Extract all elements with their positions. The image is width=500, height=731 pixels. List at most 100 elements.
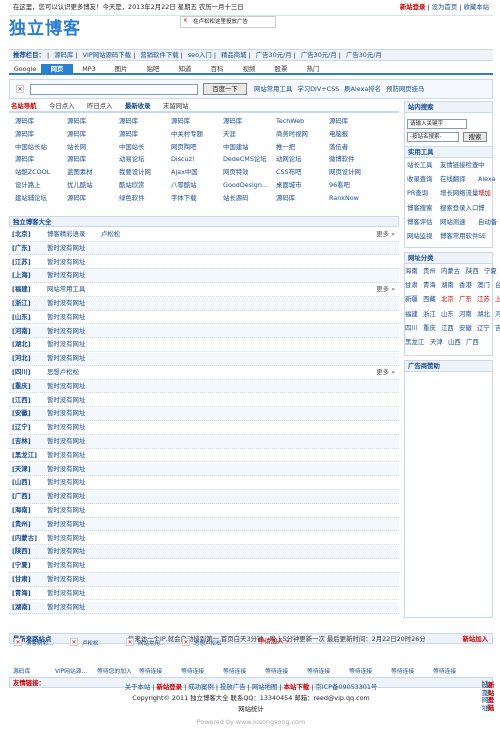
recommend-item[interactable]: 广告30元/月 xyxy=(346,51,382,59)
friend-link[interactable]: 等待连接 xyxy=(391,669,414,676)
region-link[interactable]: 四川 xyxy=(405,324,418,333)
dir-site-link[interactable]: 博客精彩语录 xyxy=(47,230,85,239)
nav-grid-link[interactable]: 中国站长站 xyxy=(15,143,47,152)
search-tab[interactable]: 图片 xyxy=(105,64,137,75)
region-link[interactable]: 广西 xyxy=(466,338,479,347)
dir-region[interactable]: [宁夏] xyxy=(12,561,31,570)
region-link[interactable]: 贵州 xyxy=(423,267,436,276)
dir-site-link[interactable]: 暂时没有网址 xyxy=(47,423,85,432)
dir-region[interactable]: [上海] xyxy=(12,272,31,280)
nav-grid-link[interactable]: 中国站长 xyxy=(119,143,145,152)
nav-grid-link[interactable]: 字体下载 xyxy=(171,194,197,203)
dir-region[interactable]: [甘肃] xyxy=(12,575,31,584)
region-link[interactable]: 辽宁 xyxy=(477,324,490,333)
dir-region[interactable]: [贵州] xyxy=(12,520,31,529)
dir-region[interactable]: [广西] xyxy=(12,492,31,501)
region-link[interactable]: 西藏 xyxy=(423,296,436,304)
nav-grid-link[interactable]: 源码库 xyxy=(119,117,138,126)
nav-grid-link[interactable]: 网页设计网 xyxy=(329,168,361,177)
nav-grid-link[interactable]: 源码库 xyxy=(171,117,190,126)
dir-more-link[interactable]: 更多 » xyxy=(376,368,395,377)
footer-link[interactable]: 网站地图 xyxy=(252,683,278,691)
friend-link[interactable]: 等待连接 xyxy=(181,669,204,676)
dir-site-link[interactable]: 暂时没有网址 xyxy=(47,258,85,267)
nav-grid-link[interactable]: 源码库 xyxy=(15,130,34,139)
nav-tab[interactable]: 昨日点入 xyxy=(87,102,113,111)
region-link[interactable]: 湖南 xyxy=(441,281,454,290)
favorite-link[interactable]: 收藏本站 xyxy=(463,3,489,11)
recommend-item[interactable]: 广告30元/月 xyxy=(256,51,292,59)
nav-grid-link[interactable]: DedeCMS论坛 xyxy=(223,156,267,164)
dir-site-link[interactable]: 思想卢松松 xyxy=(47,368,79,377)
nav-grid-link[interactable]: 源码库 xyxy=(15,156,34,164)
search-tab[interactable]: 视频 xyxy=(233,64,265,75)
search-tab[interactable]: 热门 xyxy=(297,64,329,75)
nav-grid-link[interactable]: 源码库 xyxy=(67,130,86,139)
baidu-search-button[interactable]: 百度一下 xyxy=(203,83,247,95)
region-link[interactable]: 青海 xyxy=(423,281,436,290)
nav-grid-link[interactable]: 设计路上 xyxy=(15,181,41,190)
region-link[interactable]: 重庆 xyxy=(423,324,436,333)
region-link[interactable]: 江西 xyxy=(441,324,454,333)
search-tab[interactable]: 百科 xyxy=(201,64,233,75)
nav-grid-link[interactable]: 八零酷站 xyxy=(171,181,197,190)
footer-link[interactable]: 成功案例 xyxy=(188,683,214,691)
nav-grid-link[interactable]: 站长源码 xyxy=(223,194,249,203)
dir-region[interactable]: [湖南] xyxy=(12,603,31,612)
friend-link[interactable]: 等待连接 xyxy=(349,669,372,676)
nav-grid-link[interactable]: TechWeb xyxy=(276,117,304,126)
friend-link[interactable]: 等待连接 xyxy=(223,669,246,676)
dir-site-link[interactable]: 暂时没有网址 xyxy=(47,410,85,418)
region-link[interactable]: 台 xyxy=(495,281,500,290)
nav-grid-link[interactable]: 源码库 xyxy=(329,117,348,126)
recommend-item[interactable]: 源码库 xyxy=(54,51,73,59)
side-tool-link[interactable]: 增长网络流量 xyxy=(440,190,478,198)
dir-site-link-2[interactable]: 卢松松 xyxy=(101,230,120,239)
side-tool-link[interactable]: 自动备 xyxy=(478,218,497,227)
dir-site-link[interactable]: 暂时没有网址 xyxy=(47,506,85,515)
side-tool-link[interactable]: 增加 xyxy=(478,190,491,198)
nav-grid-link[interactable]: 源码库 xyxy=(119,130,138,139)
dir-region[interactable]: [山西] xyxy=(12,479,31,487)
side-tool-link[interactable]: 博 xyxy=(478,204,484,213)
side-tool-link[interactable]: 博客搜索 xyxy=(407,204,433,213)
dir-site-link[interactable]: 暂时没有网址 xyxy=(47,548,85,556)
nav-grid-link[interactable]: 站长网 xyxy=(67,143,86,152)
recommend-item[interactable]: 广告30元/月 xyxy=(301,51,337,59)
side-search-select[interactable]: -按站名搜索- xyxy=(407,132,459,142)
dir-site-link[interactable]: 暂时没有网址 xyxy=(47,589,85,598)
dir-region[interactable]: [湖北] xyxy=(12,341,31,349)
nav-grid-link[interactable]: 推一把 xyxy=(276,143,295,152)
dir-site-link[interactable]: 暂时没有网址 xyxy=(47,575,85,584)
dir-region[interactable]: [重庆] xyxy=(12,382,31,391)
dir-site-link[interactable]: 暂时没有网址 xyxy=(47,479,85,487)
search-tab[interactable]: Google xyxy=(9,64,41,75)
nav-grid-link[interactable]: 中国建站 xyxy=(223,143,249,152)
friend-link[interactable]: 等待连接 xyxy=(307,669,330,676)
dir-region[interactable]: [天津] xyxy=(12,465,31,474)
set-homepage-link[interactable]: 设为首页 xyxy=(432,3,458,11)
footer-link[interactable]: 本站下载 xyxy=(284,683,310,691)
dir-region[interactable]: [海南] xyxy=(12,506,31,515)
dir-region[interactable]: [黑龙江] xyxy=(12,451,37,460)
dir-site-link[interactable]: 暂时没有网址 xyxy=(47,520,85,529)
nav-grid-link[interactable]: 微博软件 xyxy=(329,156,355,164)
region-link[interactable]: 湖北 xyxy=(477,310,490,319)
nav-grid-link[interactable]: 网页陶吧 xyxy=(171,143,197,152)
side-tool-link[interactable]: Alexa xyxy=(478,175,496,184)
nav-grid-link[interactable]: 商务时视网 xyxy=(276,130,308,139)
region-link[interactable]: 天津 xyxy=(430,338,443,347)
region-link[interactable]: 安徽 xyxy=(459,324,472,333)
region-link[interactable]: 江苏 xyxy=(477,296,490,304)
dir-site-link[interactable]: 暂时没有网址 xyxy=(47,396,85,405)
new-site-apply-link[interactable]: 申请加入 » xyxy=(258,637,290,646)
dir-region[interactable]: [辽宁] xyxy=(12,423,31,432)
region-link[interactable]: 新疆 xyxy=(405,296,418,304)
nav-grid-link[interactable]: 建站辅论坛 xyxy=(15,194,47,203)
dir-site-link[interactable]: 暂时没有网址 xyxy=(47,244,85,253)
region-link[interactable]: 山东 xyxy=(441,310,454,319)
nav-grid-link[interactable]: 源码库 xyxy=(223,117,242,126)
friend-link[interactable]: VIP网站源... xyxy=(55,669,87,676)
dir-more-link[interactable]: 更多 » xyxy=(376,285,395,294)
dir-region[interactable]: [吉林] xyxy=(12,437,31,446)
